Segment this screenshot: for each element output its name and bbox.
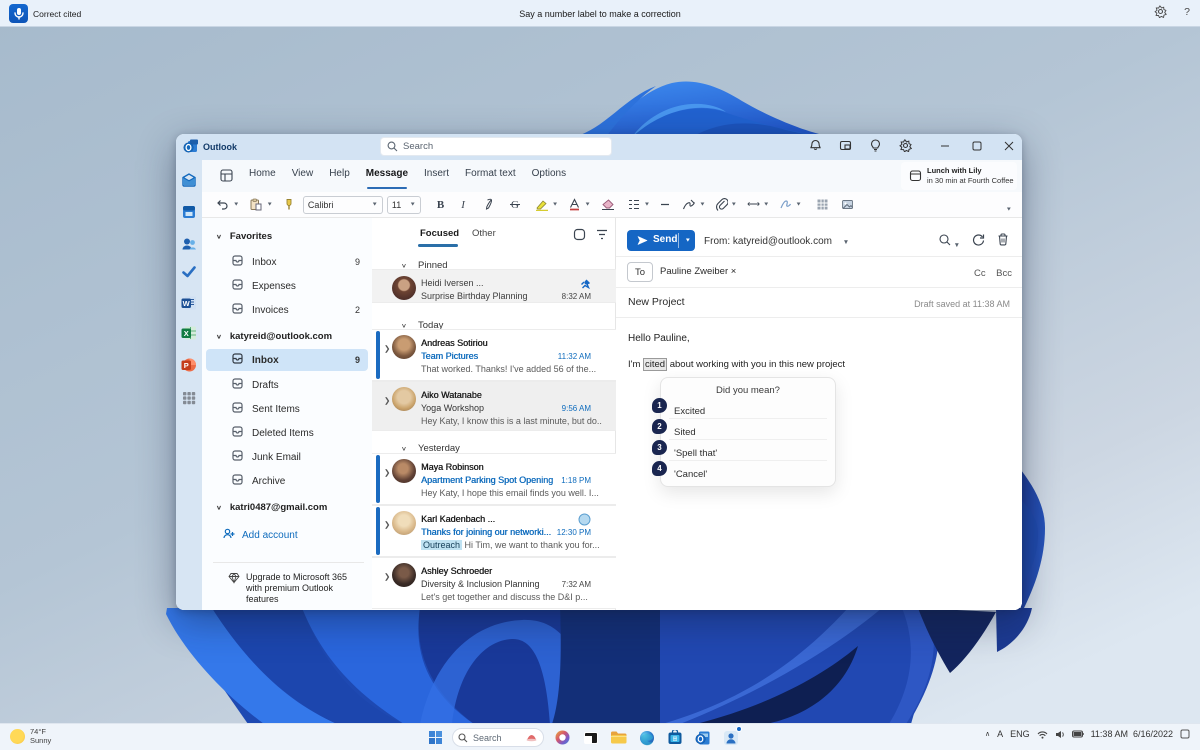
svg-text:P: P (184, 361, 189, 370)
svg-text:W: W (183, 299, 191, 308)
svg-text:X: X (184, 329, 189, 338)
svg-text:⊞: ⊞ (672, 736, 677, 742)
